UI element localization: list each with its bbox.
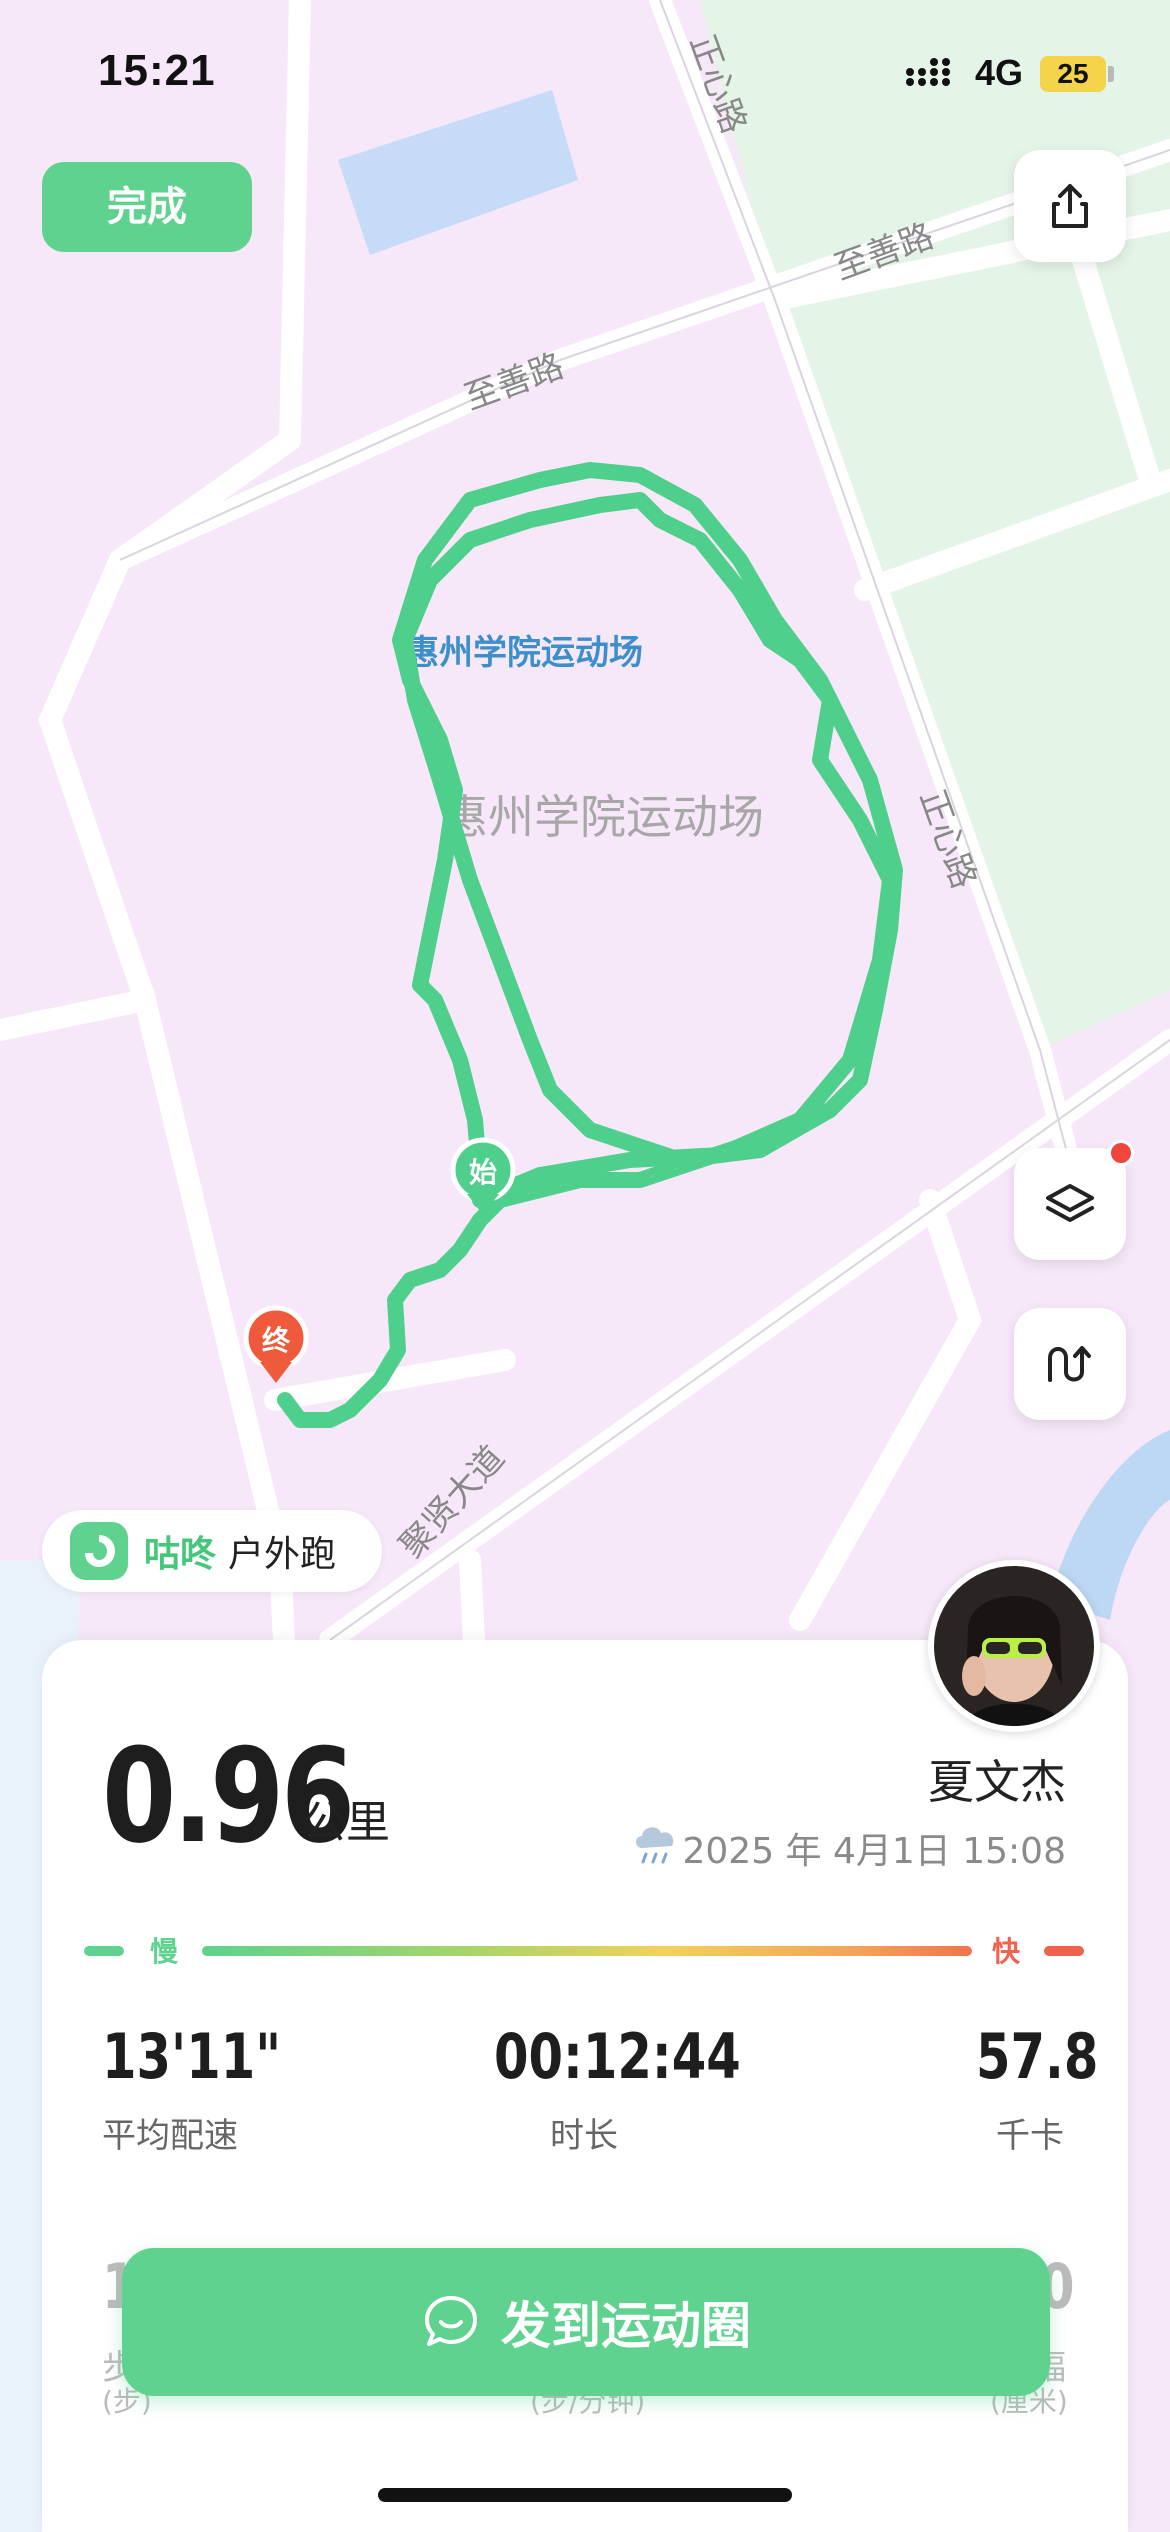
- pace-fast-label: 快: [992, 1935, 1021, 1968]
- notification-dot: [1108, 1140, 1134, 1166]
- app-logo-icon: [70, 1522, 128, 1580]
- venue-label-gray: 惠州学院运动场: [442, 790, 764, 844]
- user-name: 夏文杰: [928, 1755, 1066, 1809]
- calories-value: 57.8: [976, 2020, 1099, 2093]
- weather-icon: [636, 1827, 674, 1864]
- post-to-feed-button[interactable]: 发到运动圈: [122, 2248, 1050, 2396]
- venue-label: 惠州学院运动场: [405, 633, 643, 673]
- battery-indicator: 25: [1040, 56, 1106, 92]
- calories-label: 千卡: [996, 2116, 1064, 2156]
- post-to-feed-label: 发到运动圈: [501, 2297, 751, 2355]
- pace-fast-cap: [1044, 1946, 1084, 1956]
- network-type: 4G: [975, 52, 1024, 93]
- app-source-chip: 咕咚 户外跑: [42, 1510, 382, 1592]
- app-name: 咕咚: [144, 1534, 217, 1575]
- home-indicator: [378, 2488, 792, 2502]
- activity-datetime: 2025 年 4月1日 15:08: [682, 1831, 1066, 1872]
- status-time: 15:21: [98, 46, 216, 95]
- done-button[interactable]: 完成: [42, 162, 252, 252]
- avg-pace-value: 13'11": [102, 2020, 282, 2093]
- pace-gradient: [202, 1946, 972, 1956]
- start-marker-label: 始: [469, 1156, 497, 1189]
- pace-slow-label: 慢: [150, 1935, 179, 1968]
- status-bar: 15:21 4G 25: [0, 0, 1170, 150]
- pace-slow-cap: [84, 1946, 124, 1956]
- distance-unit: 公里: [302, 1797, 390, 1848]
- avatar[interactable]: [928, 1560, 1100, 1732]
- share-button[interactable]: [1014, 150, 1126, 262]
- duration-value: 00:12:44: [494, 2020, 741, 2093]
- share-icon: [1052, 184, 1088, 228]
- duration-label: 时长: [550, 2116, 618, 2156]
- activity-type: 户外跑: [228, 1534, 337, 1575]
- cellular-signal-icon: [906, 58, 950, 86]
- battery-tip: [1108, 66, 1114, 82]
- end-marker-label: 终: [262, 1324, 291, 1357]
- map-layers-button[interactable]: [1014, 1140, 1134, 1260]
- pace-legend: 慢 快: [84, 1930, 1084, 1970]
- avg-pace-label: 平均配速: [102, 2116, 238, 2156]
- layers-icon: [1046, 1184, 1094, 1222]
- route-replay-button[interactable]: [1014, 1308, 1126, 1420]
- route-replay-icon: [1048, 1346, 1091, 1382]
- chat-bubble-icon: [425, 2296, 477, 2346]
